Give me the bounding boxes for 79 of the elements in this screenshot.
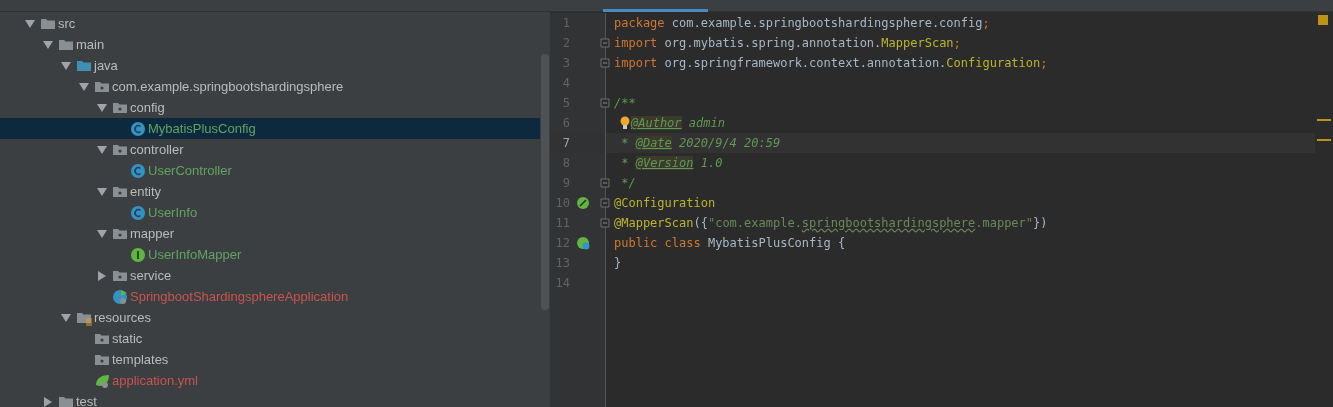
expanded-arrow-icon[interactable] <box>42 38 54 51</box>
tree-item-label: UserInfoMapper <box>148 247 242 262</box>
class-icon <box>130 120 146 137</box>
tree-item[interactable]: mapper <box>0 223 540 244</box>
code-line: @Author admin <box>631 116 725 130</box>
warning-marker[interactable] <box>1318 15 1328 25</box>
expanded-arrow-icon[interactable] <box>96 185 108 198</box>
tree-item-label: application.yml <box>112 373 198 388</box>
tree-item-label: entity <box>130 184 162 199</box>
tree-item-label: src <box>58 16 76 31</box>
code-line: import org.springframework.context.annotation.Configuration; <box>614 56 1048 70</box>
tree-item-label: UserInfo <box>148 205 198 220</box>
spring-config-icon <box>94 372 110 389</box>
tree-item-label: SpringbootShardingsphereApplication <box>130 289 349 304</box>
interface-icon <box>130 246 146 263</box>
expanded-arrow-icon[interactable] <box>78 80 90 93</box>
tree-item[interactable]: service <box>0 265 540 286</box>
collapsed-arrow-icon[interactable] <box>42 395 54 407</box>
expanded-arrow-icon[interactable] <box>96 143 108 156</box>
scrollbar-thumb[interactable] <box>541 54 549 310</box>
tree-item[interactable]: UserInfo <box>0 202 540 223</box>
expanded-arrow-icon[interactable] <box>60 311 72 324</box>
tree-item[interactable]: controller <box>0 139 540 160</box>
code-line: @MapperScan({"com.example.springbootshardingsphere.mapper"}) <box>614 216 1048 230</box>
tree-item-label: resources <box>94 310 152 325</box>
tree-item-label: com.example.springbootshardingsphere <box>112 79 344 94</box>
warning-marker[interactable] <box>1317 139 1331 141</box>
expanded-arrow-icon[interactable] <box>96 227 108 240</box>
tree-item-label: service <box>130 268 172 283</box>
code-line: * @Version 1.0 <box>620 156 723 170</box>
tree-item-label: static <box>112 331 143 346</box>
fold-marker-icon[interactable] <box>600 218 610 228</box>
tree-item-label: main <box>76 37 105 52</box>
line-number: 7 <box>561 136 570 150</box>
code-line: * @Date 2020/9/4 20:59 <box>620 136 781 150</box>
code-line: package com.example.springbootshardingsphere.config; <box>614 16 990 30</box>
tree-item-label: java <box>94 58 118 73</box>
tree-item-label: mapper <box>130 226 175 241</box>
class-icon <box>130 204 146 221</box>
tree-item[interactable]: config <box>0 97 540 118</box>
lightbulb-icon[interactable] <box>619 116 631 130</box>
tree-item[interactable]: java <box>0 55 540 76</box>
warning-marker[interactable] <box>1317 119 1331 121</box>
fold-marker-icon[interactable] <box>600 198 610 208</box>
tree-item[interactable]: MybatisPlusConfig <box>0 118 540 139</box>
class-icon <box>130 162 146 179</box>
tree-item-label: templates <box>112 352 169 367</box>
bean-gutter-icon[interactable] <box>576 236 590 250</box>
expanded-arrow-icon[interactable] <box>24 17 36 30</box>
fold-marker-icon[interactable] <box>600 178 610 188</box>
code-line: } <box>614 256 622 270</box>
tree-item[interactable]: resources <box>0 307 540 328</box>
tree-item[interactable]: com.example.springbootshardingsphere <box>0 76 540 97</box>
code-line: /** <box>614 96 636 110</box>
tree-item-label: controller <box>130 142 184 157</box>
code-line: import org.mybatis.spring.annotation.MapperScan; <box>614 36 961 50</box>
tree-item[interactable]: entity <box>0 181 540 202</box>
expanded-arrow-icon[interactable] <box>96 101 108 114</box>
tree-item[interactable]: templates <box>0 349 540 370</box>
tree-item-label: config <box>130 100 165 115</box>
tree-item[interactable]: test <box>0 391 540 407</box>
fold-marker-icon[interactable] <box>600 98 610 108</box>
tree-item-label: MybatisPlusConfig <box>148 121 256 136</box>
fold-marker-icon[interactable] <box>600 58 610 68</box>
tree-item[interactable]: UserController <box>0 160 540 181</box>
bean-gutter-icon[interactable] <box>576 196 590 210</box>
spring-class-icon <box>112 288 128 305</box>
code-line: @Configuration <box>614 196 716 210</box>
code-line: */ <box>620 176 636 190</box>
expanded-arrow-icon[interactable] <box>60 59 72 72</box>
tree-item[interactable]: src <box>0 13 540 34</box>
tree-item-label: test <box>76 394 97 407</box>
code-line: public class MybatisPlusConfig { <box>614 236 846 250</box>
tree-item-label: UserController <box>148 163 232 178</box>
tree-item[interactable]: main <box>0 34 540 55</box>
fold-marker-icon[interactable] <box>600 38 610 48</box>
tree-item[interactable]: static <box>0 328 540 349</box>
collapsed-arrow-icon[interactable] <box>96 269 108 282</box>
tree-item[interactable]: UserInfoMapper <box>0 244 540 265</box>
